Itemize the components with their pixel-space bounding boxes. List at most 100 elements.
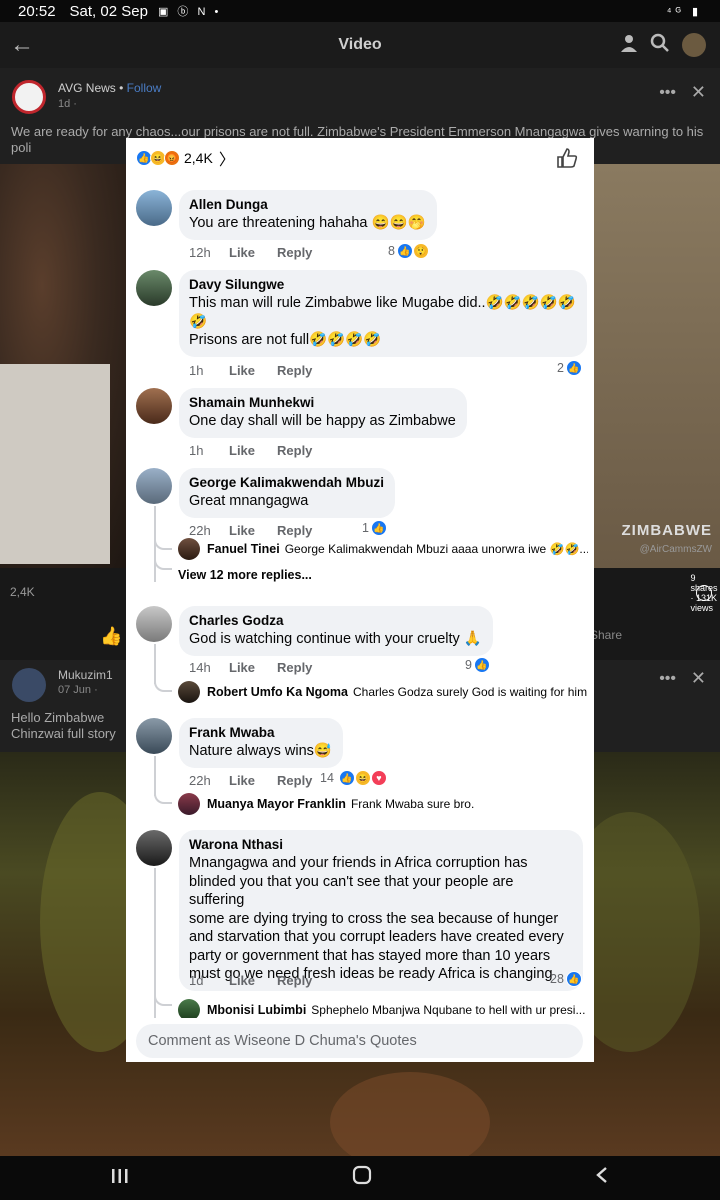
- commenter-name[interactable]: Warona Nthasi: [189, 836, 572, 854]
- signal-battery-icons: ⁴ᴳ ▮: [666, 5, 702, 18]
- comment-reactions[interactable]: 2 👍: [557, 360, 582, 376]
- commenter-name[interactable]: Charles Godza: [189, 612, 482, 630]
- second-post-text: Hello Zimbabwe Chinzwai full story: [11, 710, 116, 742]
- more-options-icon-2[interactable]: •••: [659, 670, 676, 688]
- status-time: 20:52: [18, 2, 56, 20]
- post-reaction-count[interactable]: 2,4K: [10, 585, 35, 599]
- commenter-name[interactable]: George Kalimakwendah Mbuzi: [189, 474, 384, 492]
- second-post-author[interactable]: Mukuzim1: [58, 668, 113, 682]
- like-reaction-icon: 👍: [370, 520, 387, 536]
- commenter-avatar[interactable]: [136, 468, 172, 504]
- reaction-summary[interactable]: 👍 😆 😡 2,4K 〉: [136, 146, 235, 170]
- system-nav-bar: [0, 1156, 720, 1200]
- account-avatar[interactable]: [682, 33, 706, 57]
- back-arrow-icon[interactable]: ←: [2, 31, 42, 59]
- reply-preview[interactable]: Mbonisi Lubimbi Sphephelo Mbanjwa Nquban…: [178, 999, 588, 1018]
- reply-text: Sphephelo Mbanjwa Nqubane to hell with u…: [311, 1003, 586, 1017]
- like-button[interactable]: Like: [229, 523, 255, 538]
- commenter-avatar[interactable]: [136, 830, 172, 866]
- like-button[interactable]: Like: [229, 443, 255, 458]
- close-icon-2[interactable]: ✕: [691, 668, 706, 689]
- status-date: Sat, 02 Sep: [69, 2, 148, 20]
- post-author-name[interactable]: AVG News: [58, 81, 116, 95]
- comment-bubble: Allen Dunga You are threatening hahaha 😄…: [179, 190, 437, 240]
- commenter-name[interactable]: Frank Mwaba: [189, 724, 332, 742]
- like-button[interactable]: Like: [229, 973, 255, 988]
- view-more-replies[interactable]: View 12 more replies...: [178, 568, 312, 582]
- reply-button[interactable]: Reply: [277, 245, 312, 260]
- profile-icon[interactable]: [620, 34, 638, 57]
- reply-preview[interactable]: Fanuel Tinei George Kalimakwendah Mbuzi …: [178, 538, 588, 560]
- comment-time: 1h: [189, 363, 204, 378]
- reply-author[interactable]: Robert Umfo Ka Ngoma: [207, 685, 348, 699]
- second-post-text-line2: Chinzwai full story: [11, 726, 116, 741]
- recent-apps-icon[interactable]: [111, 1167, 129, 1190]
- comment-time: 22h: [189, 523, 211, 538]
- comment-reactions[interactable]: 28 👍: [550, 971, 582, 987]
- commenter-name[interactable]: Davy Silungwe: [189, 276, 576, 294]
- reply-preview[interactable]: Muanya Mayor Franklin Frank Mwaba sure b…: [178, 793, 588, 815]
- like-icon[interactable]: 👍: [100, 626, 122, 647]
- home-icon[interactable]: [352, 1165, 372, 1191]
- like-button[interactable]: Like: [229, 363, 255, 378]
- reply-author[interactable]: Fanuel Tinei: [207, 542, 280, 556]
- commenter-avatar[interactable]: [136, 606, 172, 642]
- video-watermark-handle: @AirCammsZW: [639, 544, 712, 555]
- commenter-name[interactable]: Shamain Munhekwi: [189, 394, 456, 412]
- comment-text-line1: This man will rule Zimbabwe like Mugabe …: [189, 295, 576, 311]
- comment-time: 1h: [189, 443, 204, 458]
- like-button[interactable]: Like: [229, 245, 255, 260]
- reply-avatar[interactable]: [178, 999, 200, 1018]
- comment-reactions[interactable]: 9 👍: [465, 657, 490, 673]
- modal-header: 👍 😆 😡 2,4K 〉: [126, 138, 594, 178]
- reply-author[interactable]: Mbonisi Lubimbi: [207, 1003, 306, 1017]
- comment-bubble: Charles Godza God is watching continue w…: [179, 606, 493, 656]
- commenter-avatar[interactable]: [136, 270, 172, 306]
- follow-link[interactable]: Follow: [127, 81, 162, 95]
- reply-button[interactable]: Reply: [277, 660, 312, 675]
- reaction-count: 2: [557, 361, 564, 375]
- back-icon[interactable]: [595, 1166, 609, 1190]
- comment-meta: 12h Like Reply: [189, 245, 312, 260]
- thread-line: [154, 756, 156, 796]
- share-button[interactable]: Share: [590, 628, 622, 642]
- comments-list: Allen Dunga You are threatening hahaha 😄…: [126, 178, 594, 1018]
- comment-bubble: Frank Mwaba Nature always wins😅: [179, 718, 343, 768]
- commenter-name[interactable]: Allen Dunga: [189, 196, 426, 214]
- reply-avatar[interactable]: [178, 681, 200, 703]
- commenter-avatar[interactable]: [136, 190, 172, 226]
- reply-button[interactable]: Reply: [277, 773, 312, 788]
- thread-connector: [154, 792, 172, 804]
- notification-icons: ▣ ⓑ N •: [157, 6, 222, 18]
- comment-time: 1d: [189, 973, 204, 988]
- reply-button[interactable]: Reply: [277, 973, 312, 988]
- comment-meta: 22h Like Reply: [189, 773, 312, 788]
- reply-button[interactable]: Reply: [277, 523, 312, 538]
- reply-avatar[interactable]: [178, 793, 200, 815]
- comment-time: 22h: [189, 773, 211, 788]
- comment-reactions[interactable]: 8 👍 😲: [388, 243, 429, 259]
- reply-avatar[interactable]: [178, 538, 200, 560]
- thumbs-up-icon[interactable]: [556, 147, 578, 175]
- commenter-avatar[interactable]: [136, 718, 172, 754]
- reply-text: George Kalimakwendah Mbuzi aaaa unorwra …: [284, 542, 588, 556]
- comment-reactions[interactable]: 14 👍 😆 ♥: [320, 770, 387, 786]
- second-post-avatar[interactable]: [12, 668, 46, 702]
- reply-author[interactable]: Muanya Mayor Franklin: [207, 797, 346, 811]
- close-icon[interactable]: ✕: [691, 82, 706, 103]
- comment-reactions[interactable]: 1 👍: [362, 520, 387, 536]
- comment-input[interactable]: Comment as Wiseone D Chuma's Quotes: [136, 1024, 583, 1058]
- comment-meta: 1h Like Reply: [189, 363, 312, 378]
- reply-button[interactable]: Reply: [277, 363, 312, 378]
- more-options-icon[interactable]: •••: [659, 84, 676, 102]
- avg-news-logo[interactable]: [12, 80, 46, 114]
- post-time: 1d ·: [58, 98, 77, 110]
- comment-text-line3: Prisons are not full🤣🤣🤣🤣: [189, 332, 382, 348]
- commenter-avatar[interactable]: [136, 388, 172, 424]
- reply-button[interactable]: Reply: [277, 443, 312, 458]
- like-button[interactable]: Like: [229, 773, 255, 788]
- like-button[interactable]: Like: [229, 660, 255, 675]
- reply-preview[interactable]: Robert Umfo Ka Ngoma Charles Godza surel…: [178, 681, 588, 703]
- search-icon[interactable]: [650, 33, 670, 58]
- second-post-time: 07 Jun ·: [58, 684, 98, 696]
